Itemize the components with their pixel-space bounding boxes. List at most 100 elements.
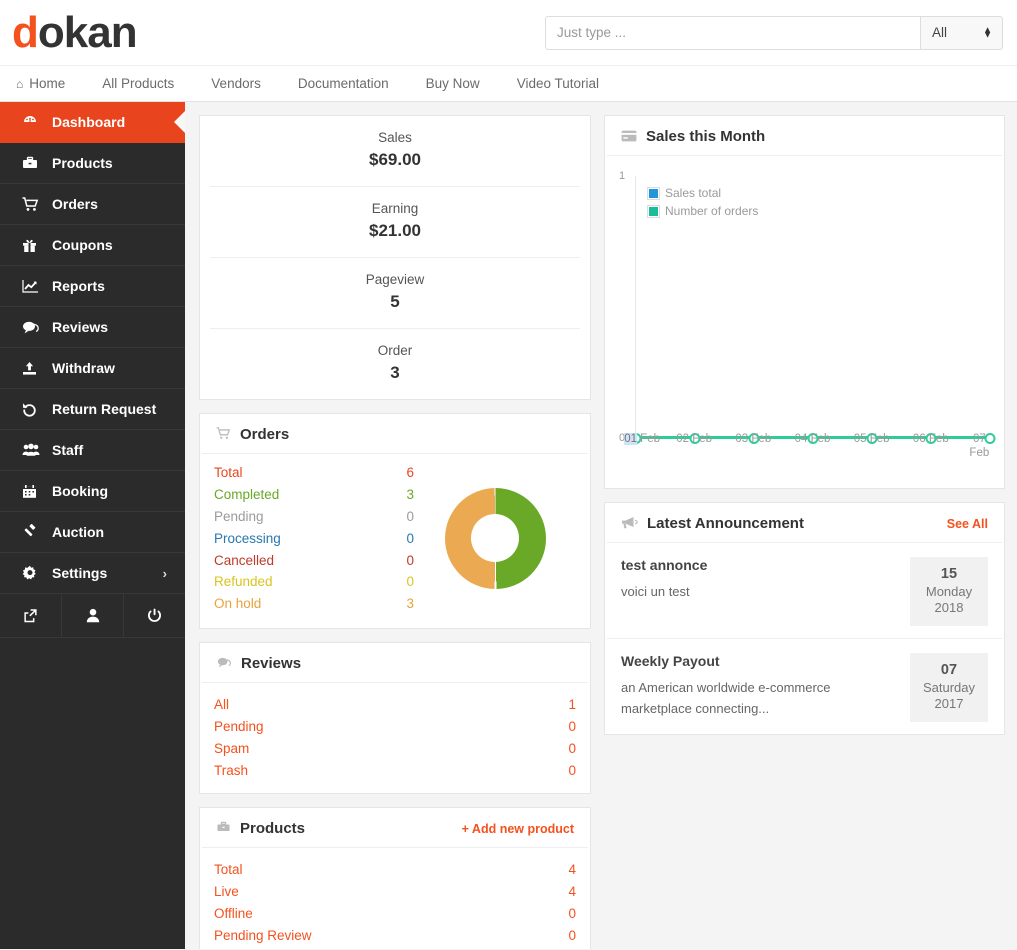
orders-row-pending[interactable]: Pending 0: [214, 506, 414, 528]
sidebar-item-coupons-label: Coupons: [52, 237, 113, 253]
orders-row-processing[interactable]: Processing 0: [214, 527, 414, 549]
stat-sales-label: Sales: [210, 130, 580, 145]
announcement-item[interactable]: Weekly Payout an American worldwide e-co…: [607, 639, 1002, 734]
reviews-row-pending-label[interactable]: Pending: [214, 719, 264, 734]
announcement-weekday: Saturday: [910, 680, 988, 695]
nav-item-video-tutorial[interactable]: Video Tutorial: [517, 76, 599, 91]
legend-swatch-number-of-orders: [648, 206, 659, 217]
reviews-row-all-label[interactable]: All: [214, 697, 229, 712]
user-icon[interactable]: [62, 594, 124, 637]
products-panel-header: Products + Add new product: [202, 808, 588, 848]
home-icon: ⌂: [16, 77, 23, 91]
orders-row-refunded-label[interactable]: Refunded: [214, 574, 273, 589]
reviews-row-spam[interactable]: Spam 0: [214, 737, 576, 759]
products-row-pending-review-label[interactable]: Pending Review: [214, 928, 312, 943]
products-row-pending-review[interactable]: Pending Review 0: [214, 924, 576, 946]
sidebar-item-orders[interactable]: Orders: [0, 184, 185, 225]
orders-status-list: Total 6 Completed 3 Pending 0 Processi: [214, 462, 414, 614]
see-all-announcements-link[interactable]: See All: [947, 517, 988, 531]
orders-row-completed-label[interactable]: Completed: [214, 487, 279, 502]
orders-row-on-hold-label[interactable]: On hold: [214, 596, 261, 611]
products-row-offline[interactable]: Offline 0: [214, 902, 576, 924]
products-row-total[interactable]: Total 4: [214, 858, 576, 880]
sidebar-item-dashboard[interactable]: Dashboard: [0, 102, 185, 143]
sidebar-item-auction[interactable]: Auction: [0, 512, 185, 553]
dokan-logo: dokan: [12, 11, 137, 55]
orders-row-refunded-value: 0: [406, 574, 414, 589]
announcement-item[interactable]: test annonce voici un test 15 Monday 201…: [607, 543, 1002, 639]
reviews-row-trash-label[interactable]: Trash: [214, 763, 248, 778]
search-scope-value: All: [932, 25, 947, 40]
page-header: dokan All ▲▼: [0, 0, 1017, 65]
x-tick: 05 Feb: [854, 432, 890, 446]
products-row-offline-value: 0: [568, 906, 576, 921]
undo-icon: [22, 402, 52, 417]
sidebar-item-return-request[interactable]: Return Request: [0, 389, 185, 430]
announcement-date: 07 Saturday 2017: [910, 653, 988, 722]
stat-sales-value: $69.00: [210, 150, 580, 170]
nav-item-vendors[interactable]: Vendors: [211, 76, 261, 91]
orders-row-cancelled-label[interactable]: Cancelled: [214, 553, 274, 568]
stat-order-value: 3: [210, 363, 580, 383]
stat-earning: Earning $21.00: [210, 187, 580, 258]
sidebar-item-settings-label: Settings: [52, 565, 107, 581]
sidebar-item-coupons[interactable]: Coupons: [0, 225, 185, 266]
reviews-row-all[interactable]: All 1: [214, 693, 576, 715]
orders-row-processing-value: 0: [406, 531, 414, 546]
nav-item-buy-now[interactable]: Buy Now: [426, 76, 480, 91]
announcements-panel: Latest Announcement See All test annonce…: [604, 502, 1005, 735]
announcement-day: 15: [910, 566, 988, 582]
announcement-heading: test annonce: [621, 557, 898, 573]
orders-row-cancelled[interactable]: Cancelled 0: [214, 549, 414, 571]
sales-chart-title: Sales this Month: [646, 128, 765, 145]
orders-row-completed-value: 3: [406, 487, 414, 502]
nav-item-documentation[interactable]: Documentation: [298, 76, 389, 91]
sidebar-item-staff[interactable]: Staff: [0, 430, 185, 471]
orders-row-completed[interactable]: Completed 3: [214, 484, 414, 506]
reviews-row-trash[interactable]: Trash 0: [214, 759, 576, 781]
x-tick-highlight: 01: [624, 433, 637, 445]
orders-row-pending-label[interactable]: Pending: [214, 509, 264, 524]
add-new-product-button[interactable]: + Add new product: [462, 822, 574, 836]
reviews-row-trash-value: 0: [568, 763, 576, 778]
stat-earning-value: $21.00: [210, 221, 580, 241]
products-row-offline-label[interactable]: Offline: [214, 906, 253, 921]
announcements-title: Latest Announcement: [647, 515, 804, 532]
sidebar-item-products[interactable]: Products: [0, 143, 185, 184]
power-icon[interactable]: [124, 594, 185, 637]
reviews-list: All 1 Pending 0 Spam 0 Trash 0: [200, 683, 590, 793]
announcement-date: 15 Monday 2018: [910, 557, 988, 626]
orders-row-total[interactable]: Total 6: [214, 462, 414, 484]
legend-label-sales-total: Sales total: [665, 186, 721, 200]
products-row-total-label[interactable]: Total: [214, 862, 243, 877]
megaphone-icon: [621, 516, 638, 532]
sidebar-footer: [0, 594, 185, 638]
nav-item-all-products[interactable]: All Products: [102, 76, 174, 91]
external-link-icon[interactable]: [0, 594, 62, 637]
stat-earning-label: Earning: [210, 201, 580, 216]
announcement-text: test annonce voici un test: [621, 557, 898, 626]
reviews-row-pending[interactable]: Pending 0: [214, 715, 576, 737]
products-row-live[interactable]: Live 4: [214, 880, 576, 902]
orders-row-processing-label[interactable]: Processing: [214, 531, 281, 546]
nav-item-home[interactable]: ⌂ Home: [16, 76, 65, 91]
sidebar-item-settings[interactable]: Settings ›: [0, 553, 185, 594]
sidebar-item-reviews[interactable]: Reviews: [0, 307, 185, 348]
reviews-panel-title-wrap: Reviews: [216, 655, 301, 672]
sidebar-item-reports[interactable]: Reports: [0, 266, 185, 307]
reviews-row-spam-label[interactable]: Spam: [214, 741, 249, 756]
sidebar-item-withdraw[interactable]: Withdraw: [0, 348, 185, 389]
products-row-live-label[interactable]: Live: [214, 884, 239, 899]
orders-row-total-value: 6: [406, 465, 414, 480]
sidebar-item-staff-label: Staff: [52, 442, 83, 458]
comments-icon: [216, 656, 232, 672]
dashboard-icon: [22, 114, 52, 130]
search-input[interactable]: [545, 16, 920, 50]
orders-row-refunded[interactable]: Refunded 0: [214, 571, 414, 593]
y-tick-top: 1: [619, 170, 625, 182]
orders-row-total-label[interactable]: Total: [214, 465, 243, 480]
cart-icon: [216, 427, 231, 443]
search-scope-select[interactable]: All ▲▼: [920, 16, 1003, 50]
orders-row-on-hold[interactable]: On hold 3: [214, 593, 414, 615]
sidebar-item-booking[interactable]: Booking: [0, 471, 185, 512]
